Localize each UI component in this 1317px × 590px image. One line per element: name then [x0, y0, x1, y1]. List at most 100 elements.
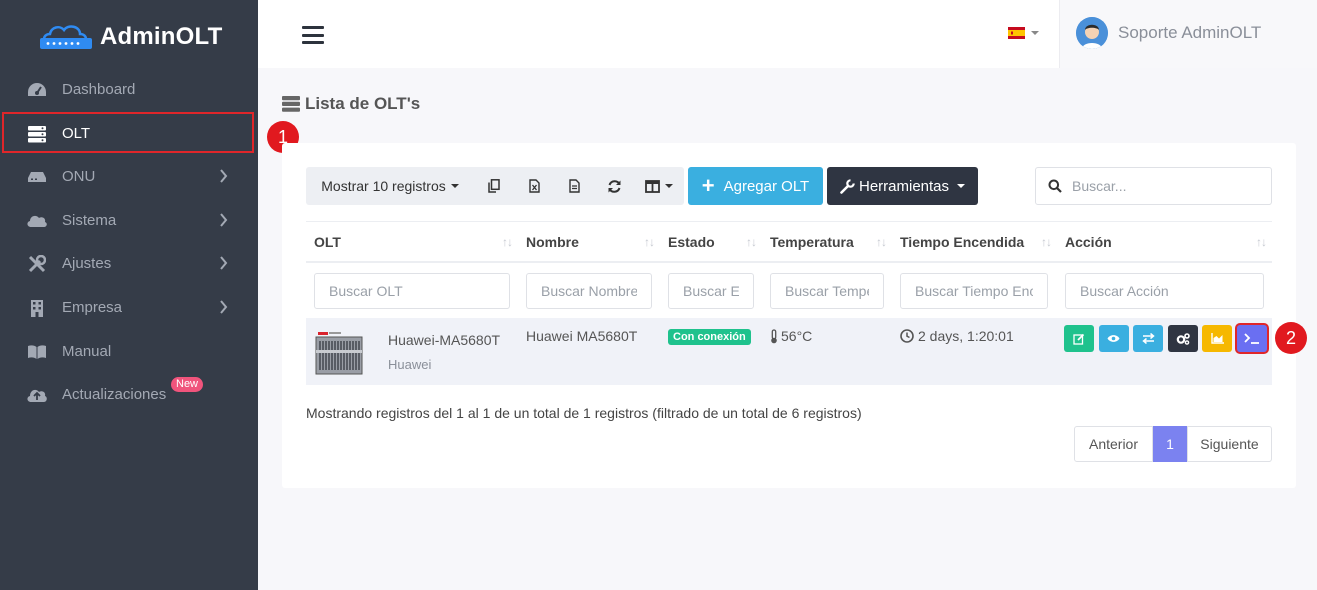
sidebar-item-label: Empresa — [62, 299, 123, 316]
menu-toggle-icon[interactable] — [302, 26, 324, 44]
brand-logo[interactable]: AdminOLT — [38, 20, 222, 54]
add-olt-label: Agregar OLT — [723, 177, 810, 195]
terminal-olt-button[interactable] — [1236, 325, 1267, 352]
tools-label: Herramientas — [858, 177, 950, 195]
sort-icon: ↑↓ — [1041, 235, 1052, 249]
tools-dropdown-button[interactable]: Herramientas — [827, 167, 978, 205]
add-olt-button[interactable]: + Agregar OLT — [688, 167, 823, 205]
spain-flag-icon[interactable] — [1008, 27, 1025, 39]
sort-icon: ↑↓ — [746, 235, 757, 249]
caret-down-icon — [665, 184, 673, 188]
page-length-label: Mostrar 10 registros — [321, 178, 446, 194]
clock-icon — [900, 329, 914, 343]
language-caret-icon[interactable] — [1031, 31, 1039, 35]
column-header-tiempo-encendida[interactable]: Tiempo Encendida ↑↓ — [892, 222, 1057, 262]
sidebar-item-ajustes[interactable]: Ajustes — [0, 242, 258, 285]
building-icon — [26, 297, 48, 319]
next-page-button[interactable]: Siguiente — [1187, 426, 1272, 462]
table-toolbar: Mostrar 10 registros + Agregar OLT Herra… — [306, 167, 978, 205]
chevron-right-icon — [220, 213, 228, 227]
copy-icon — [488, 179, 500, 193]
uptime-value: 2 days, 1:20:01 — [918, 328, 1014, 344]
sidebar-item-empresa[interactable]: Empresa — [0, 286, 258, 329]
filter-estado-input[interactable] — [668, 273, 754, 309]
temperature-value: 56°C — [781, 328, 813, 344]
router-icon — [26, 166, 48, 188]
view-olt-button[interactable] — [1098, 325, 1129, 352]
olt-vendor: Huawei — [388, 357, 432, 372]
filter-olt-input[interactable] — [314, 273, 510, 309]
edit-olt-button[interactable] — [1064, 325, 1094, 352]
edit-icon — [1073, 333, 1085, 345]
sidebar-item-label: Sistema — [62, 212, 117, 229]
user-name: Soporte AdminOLT — [1118, 23, 1262, 42]
search-icon — [1048, 179, 1062, 193]
table-header: OLT ↑↓ Nombre ↑↓ Estado ↑↓ Temperatura ↑↓ Ti… — [306, 221, 1272, 263]
filter-accion-input[interactable] — [1065, 273, 1264, 309]
search-input[interactable] — [1072, 178, 1252, 194]
sidebar-item-onu[interactable]: ONU — [0, 155, 258, 198]
pagination: Anterior 1 Siguiente — [1074, 426, 1272, 462]
column-header-olt[interactable]: OLT ↑↓ — [306, 222, 518, 262]
sidebar-item-actualizaciones[interactable]: Actualizaciones New — [0, 373, 258, 416]
sort-icon: ↑↓ — [644, 235, 655, 249]
column-header-nombre[interactable]: Nombre ↑↓ — [518, 222, 660, 262]
caret-down-icon — [450, 184, 459, 188]
brand-name: AdminOLT — [100, 23, 223, 50]
cloud-router-icon — [40, 25, 92, 49]
user-menu[interactable]: Soporte AdminOLT — [1059, 0, 1317, 68]
excel-button[interactable] — [514, 167, 554, 205]
columns-icon — [645, 179, 660, 193]
step-marker-2: 2 — [1275, 322, 1307, 354]
olt-model[interactable]: Huawei-MA5680T — [388, 332, 500, 348]
page-length-button[interactable]: Mostrar 10 registros — [306, 167, 474, 205]
sort-icon: ↑↓ — [1256, 235, 1267, 249]
column-label: Acción — [1065, 234, 1112, 250]
cogs-icon — [1176, 332, 1190, 345]
filter-tiempo-input[interactable] — [900, 273, 1048, 309]
column-header-accion[interactable]: Acción ↑↓ — [1057, 222, 1272, 262]
avatar — [1076, 17, 1108, 49]
column-label: Temperatura — [770, 234, 854, 250]
copy-button[interactable] — [474, 167, 514, 205]
column-filters — [306, 263, 1272, 318]
file-icon — [568, 179, 580, 193]
book-icon — [26, 341, 48, 363]
stats-olt-button[interactable] — [1202, 325, 1232, 352]
terminal-icon — [1243, 333, 1259, 344]
sidebar: AdminOLT Dashboard OLT ONU Sistema Ajust… — [0, 0, 258, 590]
sidebar-item-label: Dashboard — [62, 81, 136, 98]
olt-list-card: Mostrar 10 registros + Agregar OLT Herra… — [282, 143, 1296, 488]
sidebar-item-sistema[interactable]: Sistema — [0, 199, 258, 242]
caret-down-icon — [957, 184, 966, 188]
filter-temperatura-input[interactable] — [770, 273, 884, 309]
exchange-icon — [1141, 333, 1155, 344]
olt-name: Huawei MA5680T — [526, 328, 638, 344]
previous-page-button[interactable]: Anterior — [1074, 426, 1153, 462]
column-label: Nombre — [526, 234, 579, 250]
sort-icon: ↑↓ — [876, 235, 887, 249]
temperature-cell: 56°C — [770, 328, 812, 344]
dashboard-icon — [26, 79, 48, 101]
sidebar-item-dashboard[interactable]: Dashboard — [0, 68, 258, 111]
chevron-right-icon — [220, 169, 228, 183]
column-visibility-button[interactable] — [634, 167, 684, 205]
refresh-button[interactable] — [594, 167, 634, 205]
tools-icon — [26, 253, 48, 275]
chevron-right-icon — [220, 300, 228, 314]
page-1-button[interactable]: 1 — [1153, 426, 1187, 462]
transfer-olt-button[interactable] — [1133, 325, 1163, 352]
topbar: Soporte AdminOLT — [258, 0, 1317, 68]
pdf-button[interactable] — [554, 167, 594, 205]
table-info: Mostrando registros del 1 al 1 de un tot… — [306, 405, 862, 421]
column-header-temperatura[interactable]: Temperatura ↑↓ — [762, 222, 892, 262]
sidebar-item-olt[interactable]: OLT — [0, 112, 258, 155]
row-actions — [1064, 325, 1271, 352]
filter-nombre-input[interactable] — [526, 273, 652, 309]
server-icon — [282, 96, 300, 112]
configure-olt-button[interactable] — [1167, 325, 1198, 352]
sidebar-item-label: Manual — [62, 343, 112, 360]
sidebar-item-manual[interactable]: Manual — [0, 330, 258, 373]
column-header-estado[interactable]: Estado ↑↓ — [660, 222, 762, 262]
sort-icon: ↑↓ — [502, 235, 513, 249]
